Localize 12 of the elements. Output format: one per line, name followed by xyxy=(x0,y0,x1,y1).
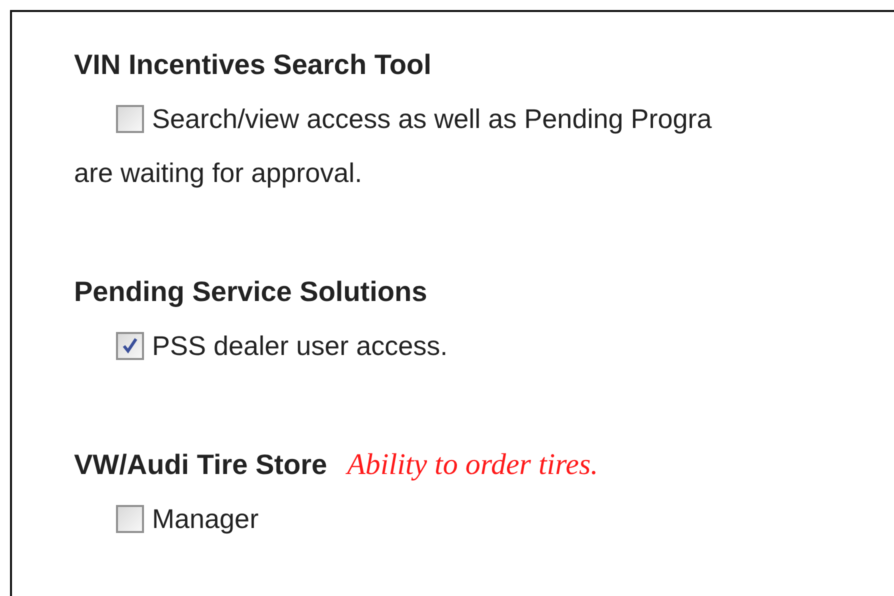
section-title: VW/Audi Tire Store xyxy=(74,448,328,482)
option-label: are waiting for approval. xyxy=(74,158,362,188)
checkbox[interactable] xyxy=(116,505,144,533)
checkbox[interactable] xyxy=(116,105,144,133)
option-label: PSS dealer user access. xyxy=(152,330,448,362)
section-title: VIN Incentives Search Tool xyxy=(74,48,432,82)
option-label: Manager xyxy=(152,504,259,534)
section-note: Ability to order tires. xyxy=(347,447,598,483)
option-label: Search/view access as well as Pending Progra xyxy=(152,104,712,134)
check-icon xyxy=(121,337,139,355)
checkbox[interactable] xyxy=(116,332,144,360)
section-title: Pending Service Solutions xyxy=(74,275,428,309)
